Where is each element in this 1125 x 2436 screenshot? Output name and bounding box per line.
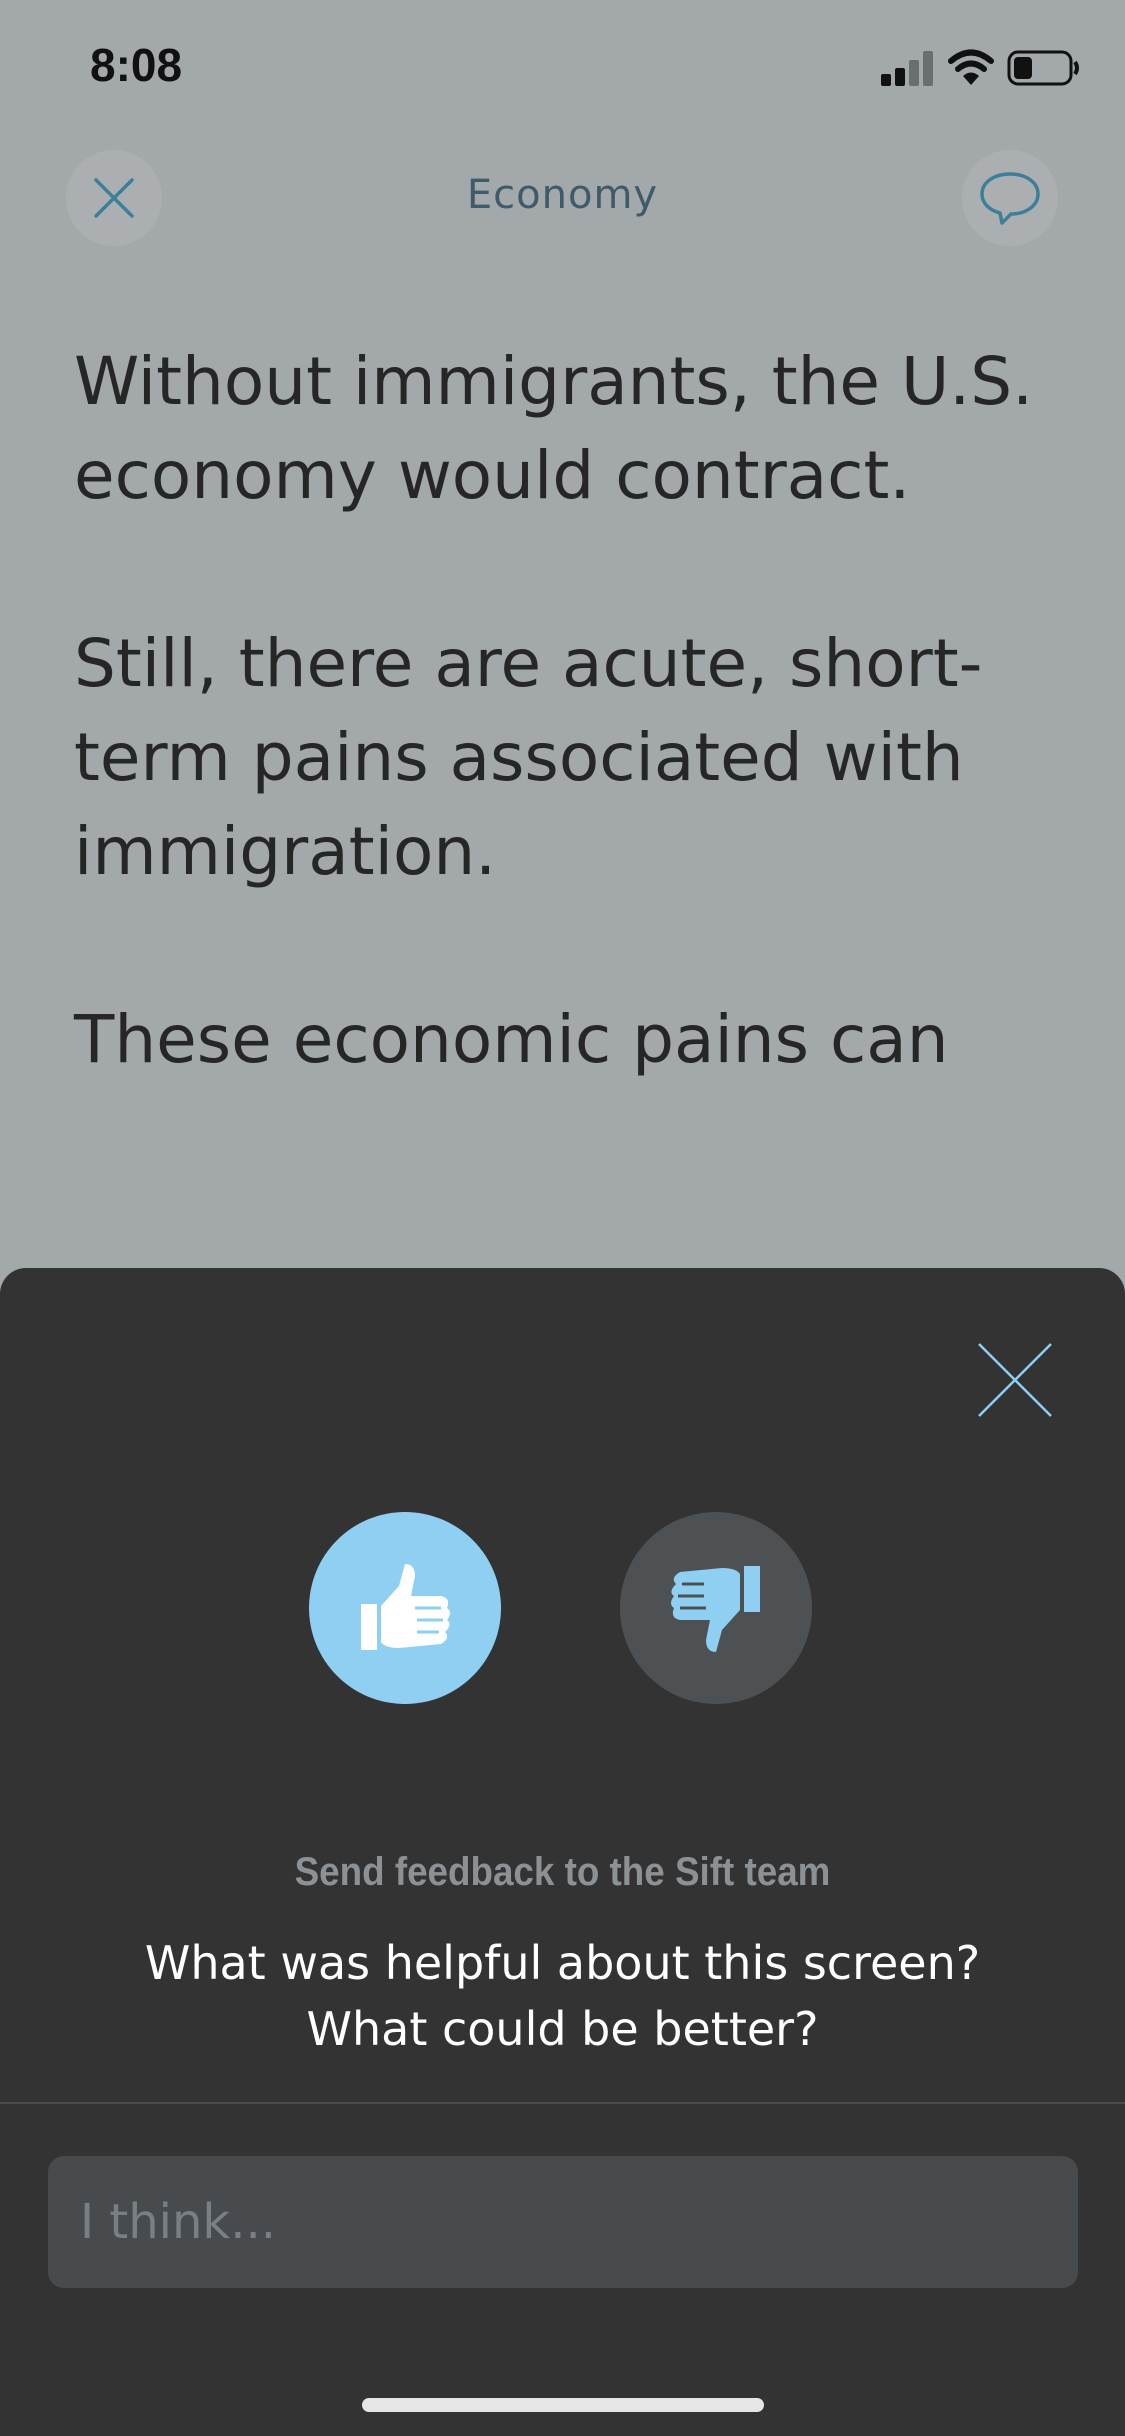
feedback-question: What was helpful about this screen? What… [80,1930,1045,2062]
thumbs-up-button[interactable] [309,1512,501,1704]
page-title: Economy [466,172,659,218]
thumbs-down-button[interactable] [620,1512,812,1704]
battery-icon [1007,50,1079,86]
feedback-question-line: What could be better? [306,2002,819,2056]
feedback-input[interactable] [48,2156,1078,2288]
thumbs-up-icon [361,1564,450,1650]
feedback-sheet: Send feedback to the Sift team What was … [0,1268,1125,2436]
feedback-question-line: What was helpful about this screen? [144,1936,981,1990]
article-paragraph: Still, there are acute, short-term pains… [74,625,983,890]
nav-bar: Economy [0,140,1125,260]
status-time: 8:08 [90,39,183,91]
article-paragraph: These economic pains can [74,1001,949,1078]
sheet-close-button[interactable] [975,1340,1055,1420]
thumbs-down-icon [671,1566,760,1652]
comment-bubble-icon [980,172,1040,225]
status-icons [881,48,1081,92]
feedback-label: Send feedback to the Sift team [294,1850,831,1894]
article-paragraph: Without immigrants, the U.S. economy wou… [74,343,1034,514]
close-icon [978,1343,1052,1417]
home-indicator[interactable] [362,2398,764,2412]
cellular-signal-icon [881,51,933,86]
article-body: Without immigrants, the U.S. economy wou… [74,335,1034,1181]
wifi-icon [948,49,994,85]
divider [0,2102,1125,2104]
status-bar: 8:08 [0,0,1125,132]
comment-button[interactable] [962,150,1058,246]
